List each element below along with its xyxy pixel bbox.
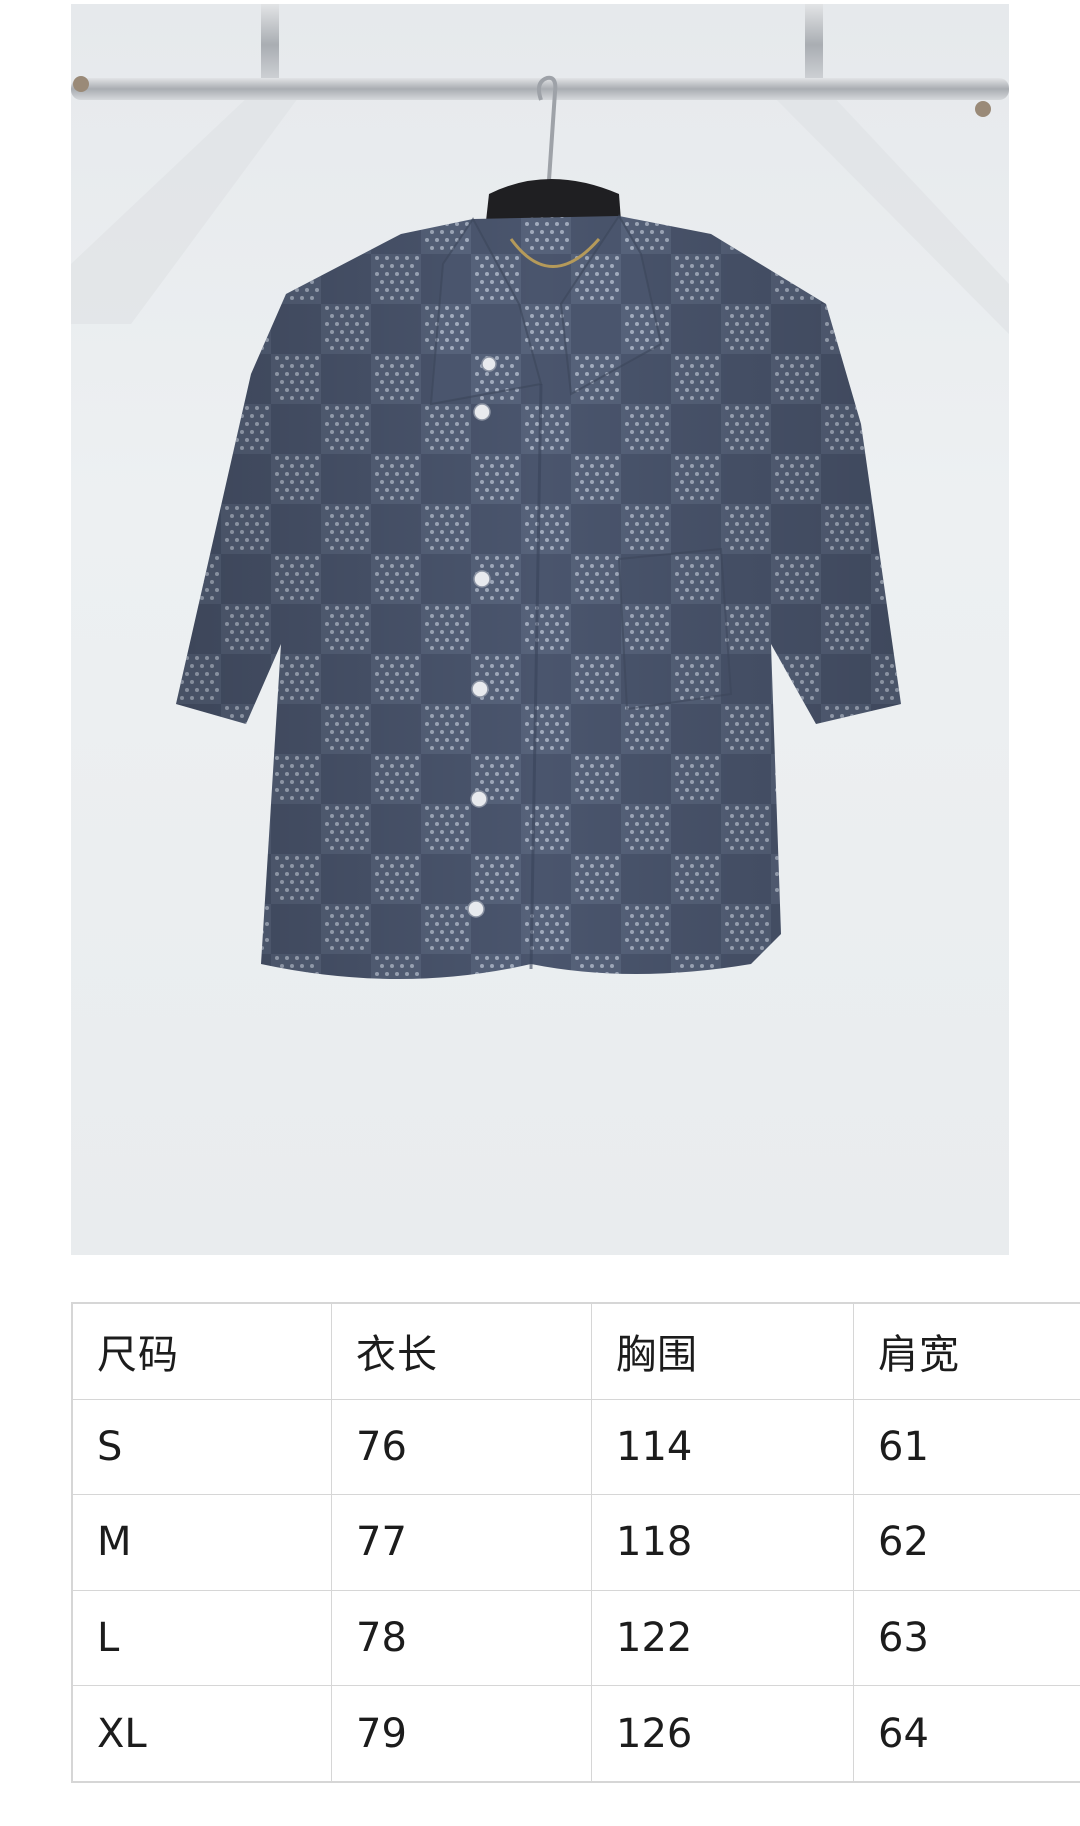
- shirt-on-hanger-image: [71, 4, 1009, 979]
- cell-length: 79: [331, 1685, 592, 1783]
- header-shoulder: 肩宽: [853, 1302, 1080, 1400]
- table-row: S 76 114 61: [71, 1398, 1080, 1496]
- header-size: 尺码: [71, 1302, 332, 1400]
- cell-length: 78: [331, 1589, 592, 1687]
- cell-shoulder: 63: [853, 1589, 1080, 1687]
- size-chart-table: 尺码 衣长 胸围 肩宽 S 76 114 61 M 77 118 62 L 78…: [71, 1302, 1080, 1783]
- cell-length: 77: [331, 1494, 592, 1591]
- cell-size: M: [71, 1494, 332, 1591]
- table-row: L 78 122 63: [71, 1589, 1080, 1687]
- product-detail-page: 尺码 衣长 胸围 肩宽 S 76 114 61 M 77 118 62 L 78…: [0, 0, 1080, 1826]
- size-chart-header-row: 尺码 衣长 胸围 肩宽: [71, 1302, 1080, 1400]
- cell-length: 76: [331, 1398, 592, 1496]
- cell-size: S: [71, 1398, 332, 1496]
- table-row: M 77 118 62: [71, 1494, 1080, 1591]
- header-chest: 胸围: [591, 1302, 854, 1400]
- cell-shoulder: 61: [853, 1398, 1080, 1496]
- cell-size: L: [71, 1589, 332, 1687]
- cell-chest: 126: [591, 1685, 854, 1783]
- table-row: XL 79 126 64: [71, 1685, 1080, 1783]
- product-photo[interactable]: [71, 4, 1009, 1255]
- header-length: 衣长: [331, 1302, 592, 1400]
- cell-chest: 118: [591, 1494, 854, 1591]
- cell-size: XL: [71, 1685, 332, 1783]
- cell-chest: 114: [591, 1398, 854, 1496]
- cell-shoulder: 64: [853, 1685, 1080, 1783]
- cell-chest: 122: [591, 1589, 854, 1687]
- cell-shoulder: 62: [853, 1494, 1080, 1591]
